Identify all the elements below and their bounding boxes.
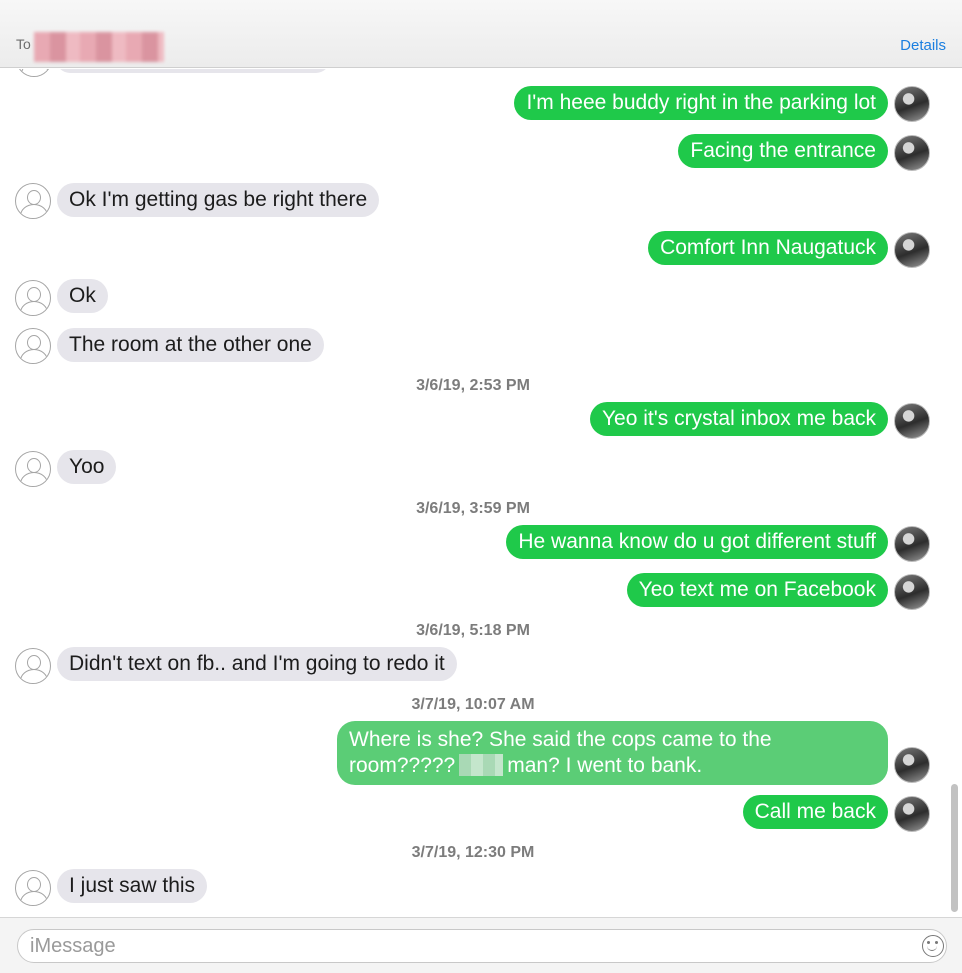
message-text: man? I went to bank. xyxy=(507,754,703,777)
message-bubble-outgoing: Facing the entrance xyxy=(678,134,888,168)
sender-avatar-icon xyxy=(894,135,930,171)
contact-avatar-icon xyxy=(15,183,51,219)
message-bubble-outgoing: Yeo it's crystal inbox me back xyxy=(589,402,888,436)
sender-avatar-icon xyxy=(894,526,930,562)
timestamp: 3/6/19, 3:59 PM xyxy=(416,500,530,517)
message-bubble-outgoing: Where is she? She said the cops came to … xyxy=(337,721,888,785)
message-bubble-outgoing: Comfort Inn Naugatuck xyxy=(648,231,888,265)
message-bubble-incoming: Didn't text on fb.. and I'm going to red… xyxy=(57,647,457,681)
message-bubble-incoming: I just saw this xyxy=(57,869,208,903)
sender-avatar-icon xyxy=(894,574,930,610)
message-bubble-outgoing: Call me back xyxy=(742,795,888,829)
sender-avatar-icon xyxy=(894,747,930,783)
timestamp: 3/6/19, 5:18 PM xyxy=(416,622,530,639)
message-bubble-outgoing: I'm heee buddy right in the parking lot xyxy=(514,86,888,120)
message-bubble-incoming xyxy=(56,69,330,73)
scrollbar-thumb[interactable] xyxy=(951,784,958,912)
message-bubble-incoming: The room at the other one xyxy=(57,328,324,362)
redacted-name xyxy=(459,754,504,776)
sender-avatar-icon xyxy=(894,796,930,832)
recipient-redacted[interactable] xyxy=(34,32,164,62)
timestamp: 3/7/19, 10:07 AM xyxy=(411,696,535,713)
sender-avatar-icon xyxy=(894,86,930,122)
message-bubble-outgoing: He wanna know do u got different stuff xyxy=(506,525,888,559)
message-thread[interactable]: I'm heee buddy right in the parking lot … xyxy=(0,69,962,917)
sender-avatar-icon xyxy=(894,403,930,439)
contact-avatar-icon xyxy=(16,69,52,77)
emoji-icon[interactable] xyxy=(922,935,944,957)
contact-avatar-icon xyxy=(15,870,51,906)
conversation-header: To Details xyxy=(0,0,962,68)
contact-avatar-icon xyxy=(15,328,51,364)
message-bubble-incoming: Yoo xyxy=(57,450,117,484)
to-label: To xyxy=(16,36,31,52)
timestamp: 3/6/19, 2:53 PM xyxy=(416,377,530,394)
sender-avatar-icon xyxy=(894,232,930,268)
contact-avatar-icon xyxy=(15,648,51,684)
contact-avatar-icon xyxy=(15,280,51,316)
details-button[interactable]: Details xyxy=(900,37,946,54)
message-bubble-incoming: Ok I'm getting gas be right there xyxy=(57,183,380,217)
compose-bar xyxy=(0,917,962,973)
message-input[interactable] xyxy=(17,929,947,963)
contact-avatar-icon xyxy=(15,451,51,487)
message-bubble-outgoing: Yeo text me on Facebook xyxy=(626,573,888,607)
message-bubble-incoming: Ok xyxy=(57,279,108,313)
timestamp: 3/7/19, 12:30 PM xyxy=(411,844,535,861)
